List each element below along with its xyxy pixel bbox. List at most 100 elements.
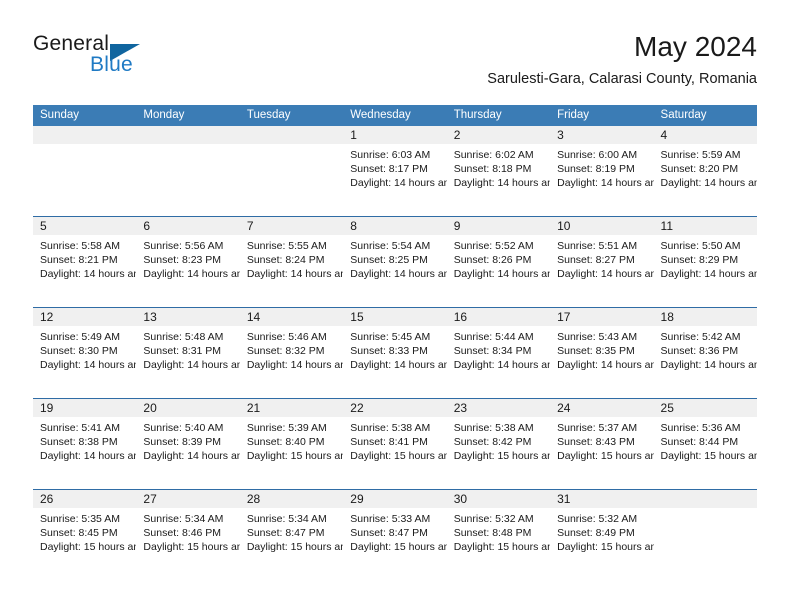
sunrise-text: Sunrise: 5:45 AM <box>350 331 431 343</box>
day-number-band: 16 <box>446 308 551 326</box>
sunrise-text: Sunrise: 5:52 AM <box>453 240 534 252</box>
weekday-header-row: Sunday Monday Tuesday Wednesday Thursday… <box>33 105 757 126</box>
calendar-day-cell[interactable]: 14 Sunrise: 5:46 AM Sunset: 8:32 PM Dayligh… <box>239 308 344 398</box>
daylight-text: Daylight: 14 hours and 52 minutes. <box>557 359 654 372</box>
sunset-text: Sunset: 8:26 PM <box>453 254 532 267</box>
calendar-day-cell[interactable]: 23 Sunrise: 5:38 AM Sunset: 8:42 PM Dayligh… <box>446 399 551 489</box>
daylight-text: Daylight: 15 hours and 4 minutes. <box>453 450 551 463</box>
calendar-day-cell[interactable]: 7 Sunrise: 5:55 AM Sunset: 8:24 PM Daylight… <box>239 217 344 307</box>
sunrise-text: Sunrise: 5:56 AM <box>143 240 224 252</box>
day-info: Sunrise: 5:32 AM Sunset: 8:48 PM Daylight:… <box>447 508 550 555</box>
calendar-day-cell[interactable]: 1 Sunrise: 6:03 AM Sunset: 8:17 PM Daylight… <box>343 126 447 216</box>
day-number-band: 2 <box>446 126 551 144</box>
daylight-text: Daylight: 15 hours and 9 minutes. <box>40 541 137 554</box>
day-info: Sunrise: 5:38 AM Sunset: 8:41 PM Daylight:… <box>343 417 446 464</box>
sunrise-text: Sunrise: 5:42 AM <box>660 331 741 343</box>
sunrise-text: Sunrise: 5:36 AM <box>660 422 741 434</box>
calendar-week-row: 26 Sunrise: 5:35 AM Sunset: 8:45 PM Dayligh… <box>33 489 757 580</box>
calendar-day-cell[interactable]: 30 Sunrise: 5:32 AM Sunset: 8:48 PM Dayligh… <box>446 490 551 580</box>
day-number: 19 <box>40 401 54 415</box>
calendar-day-cell[interactable]: 29 Sunrise: 5:33 AM Sunset: 8:47 PM Dayligh… <box>343 490 447 580</box>
weekday-header-wednesday: Wednesday <box>350 109 411 121</box>
calendar-day-cell[interactable]: 17 Sunrise: 5:43 AM Sunset: 8:35 PM Dayligh… <box>550 308 654 398</box>
daylight-text: Daylight: 14 hours and 13 minutes. <box>350 177 447 190</box>
calendar-day-cell[interactable]: 16 Sunrise: 5:44 AM Sunset: 8:34 PM Dayligh… <box>446 308 551 398</box>
sunrise-text: Sunrise: 5:49 AM <box>40 331 120 343</box>
sunrise-text: Sunrise: 5:38 AM <box>453 422 534 434</box>
day-number-band: 12 <box>33 308 137 326</box>
sunset-text: Sunset: 8:43 PM <box>557 436 635 449</box>
calendar-day-cell[interactable]: 19 Sunrise: 5:41 AM Sunset: 8:38 PM Dayligh… <box>33 399 137 489</box>
title-block: May 2024 Sarulesti-Gara, Calarasi County… <box>487 30 757 90</box>
sunset-text: Sunset: 8:47 PM <box>350 527 428 540</box>
calendar-day-cell[interactable]: 13 Sunrise: 5:48 AM Sunset: 8:31 PM Dayligh… <box>136 308 240 398</box>
sunrise-text: Sunrise: 5:51 AM <box>557 240 638 252</box>
calendar-day-cell[interactable]: 8 Sunrise: 5:54 AM Sunset: 8:25 PM Daylight… <box>343 217 447 307</box>
calendar-day-cell[interactable]: 5 Sunrise: 5:58 AM Sunset: 8:21 PM Daylight… <box>33 217 137 307</box>
day-info: Sunrise: 5:59 AM Sunset: 8:20 PM Daylight:… <box>654 144 757 191</box>
calendar-day-cell-empty <box>239 126 344 216</box>
day-number: 12 <box>40 310 54 324</box>
day-info: Sunrise: 5:38 AM Sunset: 8:42 PM Daylight:… <box>447 417 550 464</box>
day-number-band: 24 <box>550 399 654 417</box>
day-number-band: 23 <box>446 399 551 417</box>
day-number-band: 9 <box>446 217 551 235</box>
sunrise-text: Sunrise: 6:02 AM <box>453 149 534 161</box>
sunset-text: Sunset: 8:25 PM <box>350 254 428 267</box>
day-number: 9 <box>453 219 461 233</box>
sunset-text: Sunset: 8:38 PM <box>40 436 118 449</box>
calendar-day-cell[interactable]: 22 Sunrise: 5:38 AM Sunset: 8:41 PM Dayligh… <box>343 399 447 489</box>
day-number: 17 <box>557 310 571 324</box>
day-number: 27 <box>143 492 157 506</box>
day-info: Sunrise: 5:41 AM Sunset: 8:38 PM Daylight:… <box>33 417 136 464</box>
calendar-day-cell[interactable]: 27 Sunrise: 5:34 AM Sunset: 8:46 PM Dayligh… <box>136 490 240 580</box>
weekday-header-tuesday: Tuesday <box>246 109 291 121</box>
calendar-day-cell[interactable]: 26 Sunrise: 5:35 AM Sunset: 8:45 PM Dayligh… <box>33 490 137 580</box>
day-number-band: 6 <box>136 217 240 235</box>
day-number-band: 7 <box>239 217 344 235</box>
sunset-text: Sunset: 8:44 PM <box>660 436 739 449</box>
daylight-text: Daylight: 15 hours and 0 minutes. <box>246 450 344 463</box>
general-blue-logo[interactable]: General Blue <box>33 32 233 84</box>
sunset-text: Sunset: 8:27 PM <box>557 254 635 267</box>
calendar-day-cell[interactable]: 6 Sunrise: 5:56 AM Sunset: 8:23 PM Daylight… <box>136 217 240 307</box>
day-number-band: 1 <box>343 126 447 144</box>
calendar-day-cell[interactable]: 31 Sunrise: 5:32 AM Sunset: 8:49 PM Dayligh… <box>550 490 654 580</box>
sunrise-text: Sunrise: 6:00 AM <box>557 149 638 161</box>
day-info: Sunrise: 5:54 AM Sunset: 8:25 PM Daylight:… <box>343 235 446 282</box>
calendar-day-cell[interactable]: 25 Sunrise: 5:36 AM Sunset: 8:44 PM Dayligh… <box>653 399 757 489</box>
calendar-day-cell[interactable]: 10 Sunrise: 5:51 AM Sunset: 8:27 PM Dayligh… <box>550 217 654 307</box>
day-number-band <box>33 126 137 144</box>
calendar-day-cell[interactable]: 21 Sunrise: 5:39 AM Sunset: 8:40 PM Dayligh… <box>239 399 344 489</box>
sunrise-text: Sunrise: 6:03 AM <box>350 149 431 161</box>
logo-text-blue: Blue <box>90 53 133 76</box>
calendar-grid: Sunday Monday Tuesday Wednesday Thursday… <box>33 105 757 580</box>
day-info: Sunrise: 5:34 AM Sunset: 8:47 PM Daylight:… <box>240 508 343 555</box>
calendar-day-cell[interactable]: 11 Sunrise: 5:50 AM Sunset: 8:29 PM Dayligh… <box>653 217 757 307</box>
day-info: Sunrise: 5:40 AM Sunset: 8:39 PM Daylight:… <box>136 417 239 464</box>
day-info: Sunrise: 5:52 AM Sunset: 8:26 PM Daylight:… <box>447 235 550 282</box>
day-number: 22 <box>350 401 364 415</box>
calendar-day-cell[interactable]: 2 Sunrise: 6:02 AM Sunset: 8:18 PM Daylight… <box>446 126 551 216</box>
sunset-text: Sunset: 8:45 PM <box>40 527 118 540</box>
day-number-band: 4 <box>653 126 757 144</box>
day-number-band: 14 <box>239 308 344 326</box>
calendar-day-cell[interactable]: 28 Sunrise: 5:34 AM Sunset: 8:47 PM Dayligh… <box>239 490 344 580</box>
calendar-day-cell[interactable]: 20 Sunrise: 5:40 AM Sunset: 8:39 PM Dayligh… <box>136 399 240 489</box>
daylight-text: Daylight: 14 hours and 23 minutes. <box>40 268 137 281</box>
calendar-day-cell[interactable]: 24 Sunrise: 5:37 AM Sunset: 8:43 PM Dayligh… <box>550 399 654 489</box>
day-number-band: 18 <box>653 308 757 326</box>
calendar-day-cell[interactable]: 4 Sunrise: 5:59 AM Sunset: 8:20 PM Daylight… <box>653 126 757 216</box>
day-number: 5 <box>40 219 47 233</box>
daylight-text: Daylight: 14 hours and 45 minutes. <box>246 359 344 372</box>
calendar-day-cell[interactable]: 18 Sunrise: 5:42 AM Sunset: 8:36 PM Dayligh… <box>653 308 757 398</box>
sunset-text: Sunset: 8:32 PM <box>246 345 325 358</box>
calendar-day-cell[interactable]: 9 Sunrise: 5:52 AM Sunset: 8:26 PM Daylight… <box>446 217 551 307</box>
day-number: 10 <box>557 219 571 233</box>
day-number: 14 <box>246 310 261 324</box>
calendar-day-cell[interactable]: 15 Sunrise: 5:45 AM Sunset: 8:33 PM Dayligh… <box>343 308 447 398</box>
calendar-weeks: 1 Sunrise: 6:03 AM Sunset: 8:17 PM Daylight… <box>33 126 757 580</box>
calendar-day-cell[interactable]: 12 Sunrise: 5:49 AM Sunset: 8:30 PM Dayligh… <box>33 308 137 398</box>
sunrise-text: Sunrise: 5:41 AM <box>40 422 120 434</box>
calendar-day-cell[interactable]: 3 Sunrise: 6:00 AM Sunset: 8:19 PM Daylight… <box>550 126 654 216</box>
